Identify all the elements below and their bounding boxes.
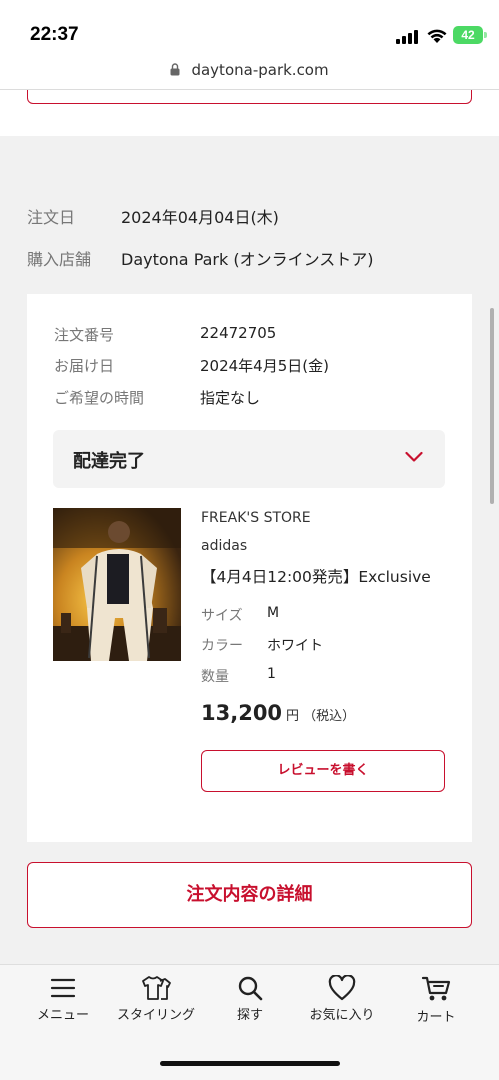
delivery-time-value: 指定なし — [200, 389, 261, 407]
url-text: daytona-park.com — [191, 61, 329, 79]
product-image[interactable] — [53, 508, 181, 661]
size-label: サイズ — [201, 608, 243, 624]
battery-tip — [484, 32, 487, 38]
order-date-label: 注文日 — [27, 208, 76, 227]
scrollbar[interactable] — [490, 308, 494, 504]
quantity-label: 数量 — [201, 669, 229, 685]
menu-icon — [50, 978, 76, 998]
tab-search[interactable]: 探す — [202, 975, 298, 1023]
delivery-status-label: 配達完了 — [73, 451, 145, 472]
store-label: 購入店舗 — [27, 250, 92, 269]
store-row: 購入店舗 Daytona Park (オンラインストア) — [27, 246, 374, 270]
search-icon — [238, 976, 263, 1001]
lock-icon — [170, 63, 180, 76]
tab-cart-label: カート — [416, 1010, 456, 1025]
delivery-status-accordion[interactable]: 配達完了 — [53, 430, 445, 488]
write-review-button[interactable]: レビューを書く — [201, 750, 445, 792]
section-divider — [0, 136, 499, 170]
price-tax-note: （税込） — [303, 709, 356, 724]
previous-button[interactable] — [27, 90, 472, 104]
price-unit: 円 — [286, 709, 300, 724]
styling-icon — [142, 976, 171, 1000]
battery-indicator: 42 — [453, 26, 483, 44]
cellular-signal-icon — [396, 30, 418, 44]
page-content: 注文日 2024年04月04日(木) 購入店舗 Daytona Park (オンライ… — [0, 90, 499, 964]
shipment-card: 注文番号 22472705 お届け日 2024年4月5日(金) ご希望の時間 指… — [27, 294, 472, 842]
product-brand: adidas — [201, 538, 248, 554]
store-value: Daytona Park (オンラインストア) — [121, 250, 374, 269]
status-time: 22:37 — [30, 24, 79, 45]
heart-icon — [328, 975, 356, 1001]
price-value: 13,200 — [201, 701, 283, 725]
cart-icon — [421, 976, 451, 1001]
order-date-row: 注文日 2024年04月04日(木) — [27, 204, 279, 228]
color-value: ホワイト — [267, 638, 323, 654]
tab-styling[interactable]: スタイリング — [108, 975, 204, 1023]
home-indicator[interactable] — [160, 1061, 340, 1066]
wifi-icon — [427, 29, 447, 43]
order-number-label: 注文番号 — [54, 326, 115, 344]
product-shop: FREAK'S STORE — [201, 510, 311, 526]
tab-favorites[interactable]: お気に入り — [294, 975, 390, 1023]
quantity-value: 1 — [267, 666, 276, 682]
delivery-time-label: ご希望の時間 — [54, 389, 145, 407]
product-name[interactable]: 【4月4日12:00発売】Exclusive — [201, 565, 445, 587]
address-bar[interactable]: daytona-park.com — [0, 56, 499, 90]
tab-styling-label: スタイリング — [116, 1008, 195, 1023]
delivery-date-value: 2024年4月5日(金) — [200, 357, 329, 375]
tab-favorites-label: お気に入り — [309, 1008, 375, 1023]
tab-menu[interactable]: メニュー — [15, 975, 111, 1023]
tab-menu-label: メニュー — [36, 1008, 89, 1023]
chevron-down-icon — [405, 451, 423, 462]
tab-cart[interactable]: カート — [388, 975, 484, 1025]
color-label: カラー — [201, 638, 243, 654]
tab-search-label: 探す — [236, 1008, 263, 1023]
product-price: 13,200 円（税込） — [201, 701, 355, 725]
order-details-button[interactable]: 注文内容の詳細 — [27, 862, 472, 928]
order-number-value: 22472705 — [200, 324, 277, 342]
size-value: M — [267, 605, 280, 621]
order-date-value: 2024年04月04日(木) — [121, 208, 279, 227]
delivery-date-label: お届け日 — [54, 357, 115, 375]
status-bar: 22:37 42 — [0, 0, 499, 56]
